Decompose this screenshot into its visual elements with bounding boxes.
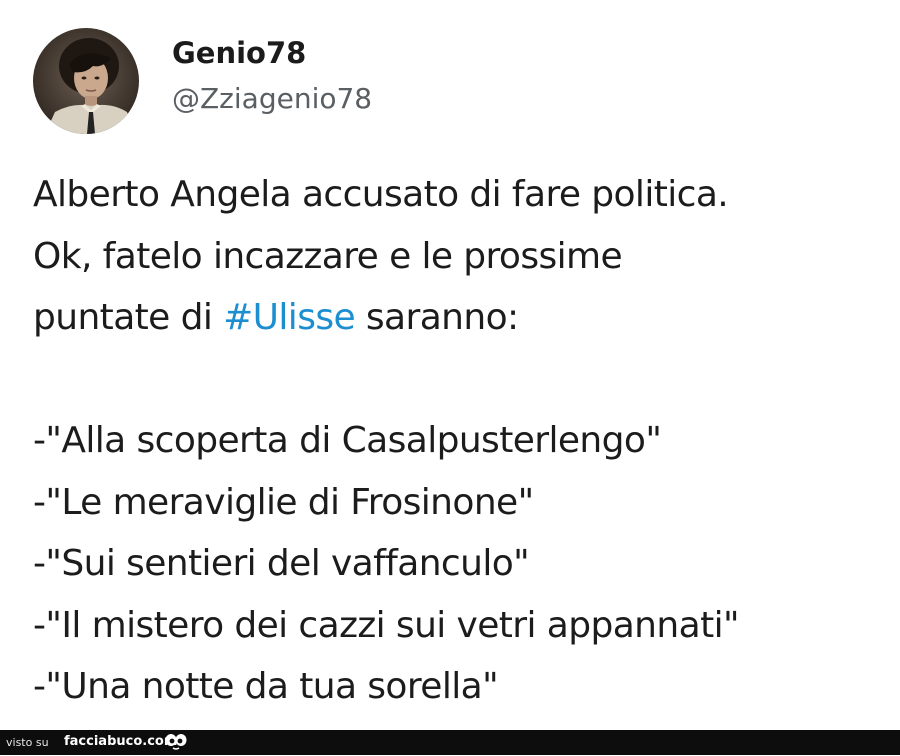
tweet-text: Alberto Angela accusato di fare politica… [33, 164, 900, 718]
watermark-bar: visto su facciabuco.com [0, 730, 900, 755]
avatar[interactable] [33, 28, 139, 134]
watermark-prefix: visto su [6, 736, 49, 749]
hashtag-link[interactable]: #Ulisse [223, 297, 356, 338]
tweet-line: -"Una notte da tua sorella" [33, 666, 499, 707]
tweet-card: Genio78 @Zziagenio78 Alberto Angela accu… [0, 0, 900, 730]
tweet-line: puntate di #Ulisse saranno: [33, 287, 900, 349]
tweet-line-text: puntate di [33, 297, 224, 338]
user-handle[interactable]: @Zziagenio78 [172, 82, 372, 115]
eyes-icon [164, 732, 188, 752]
tweet-line: -"Il mistero dei cazzi sui vetri appanna… [33, 604, 740, 646]
avatar-image [33, 28, 139, 134]
watermark-site[interactable]: facciabuco.com [64, 734, 177, 749]
tweet-line: -"Alla scoperta di Casalpusterlengo" [33, 420, 662, 461]
tweet-line: -"Le meraviglie di Frosinone" [33, 481, 534, 523]
tweet-line: -"Sui sentieri del vaffanculo" [33, 543, 530, 584]
tweet-line-text: saranno: [355, 297, 519, 338]
tweet-line: Alberto Angela accusato di fare politica… [33, 174, 729, 215]
display-name[interactable]: Genio78 [172, 36, 306, 70]
tweet-line: Ok, fatelo incazzare e le prossime [33, 235, 623, 277]
